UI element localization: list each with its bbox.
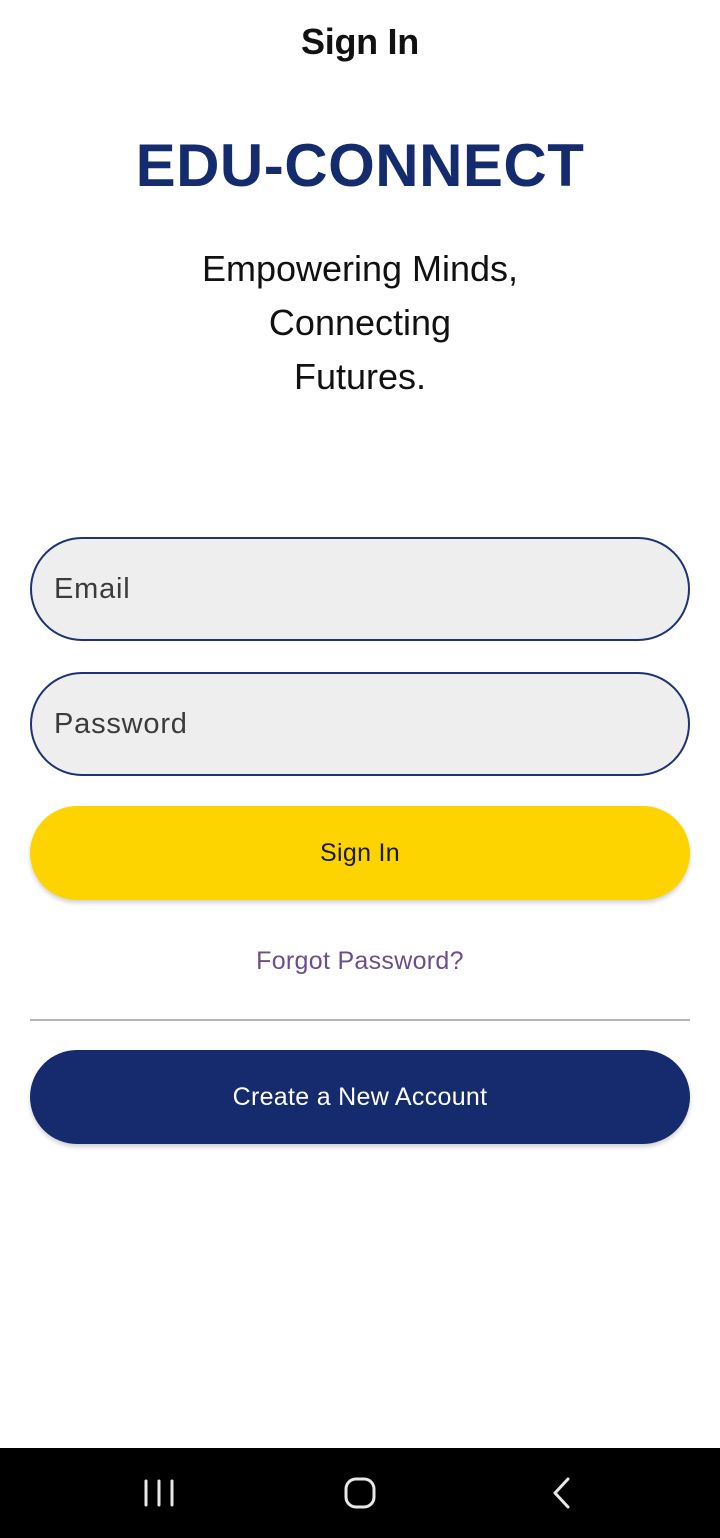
tagline-line-1: Empowering Minds,	[201, 248, 519, 289]
tagline: Empowering Minds, Connecting Futures.	[160, 242, 560, 404]
tagline-line-3: Futures.	[293, 356, 427, 397]
create-account-button[interactable]: Create a New Account	[30, 1050, 690, 1144]
email-field[interactable]	[30, 537, 690, 641]
home-icon	[344, 1477, 376, 1509]
back-button[interactable]	[502, 1448, 622, 1538]
forgot-password-link[interactable]: Forgot Password?	[0, 944, 720, 978]
back-icon	[553, 1477, 570, 1509]
password-field[interactable]	[30, 672, 690, 776]
recents-icon	[144, 1479, 174, 1507]
home-button[interactable]	[300, 1448, 420, 1538]
system-navigation-bar	[0, 1448, 720, 1538]
app-bar-title: Sign In	[301, 21, 419, 62]
divider	[30, 1019, 690, 1021]
sign-in-button[interactable]: Sign In	[30, 806, 690, 900]
brand-title: EDU-CONNECT	[135, 132, 585, 199]
tagline-line-2: Connecting	[268, 302, 452, 343]
recents-button[interactable]	[99, 1448, 219, 1538]
